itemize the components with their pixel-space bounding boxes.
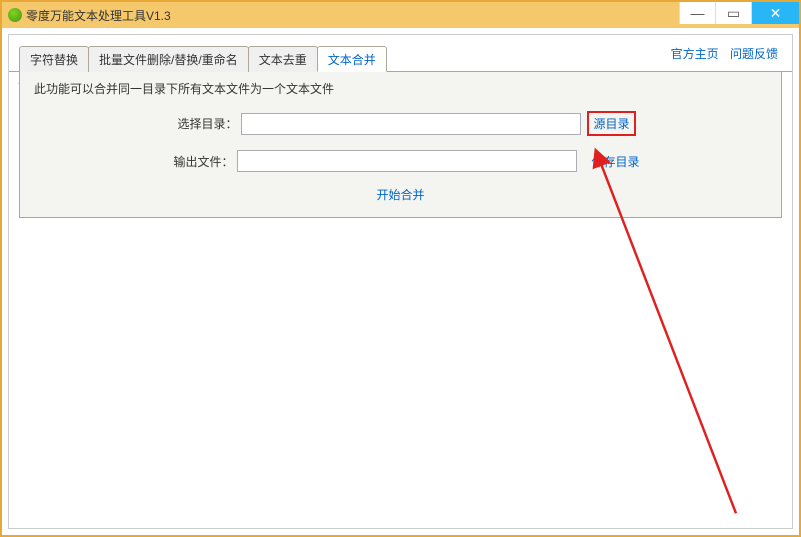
start-merge-row: 开始合并	[34, 186, 767, 203]
tab-dedup[interactable]: 文本去重	[248, 46, 318, 72]
tab-merge[interactable]: 文本合并	[317, 46, 387, 72]
titlebar: 零度万能文本处理工具V1.3 — ▭ ✕	[2, 2, 799, 28]
maximize-button[interactable]: ▭	[715, 2, 751, 24]
source-dir-highlight: 源目录	[587, 111, 635, 136]
source-dir-link[interactable]: 源目录	[593, 117, 629, 131]
select-dir-row: 选择目录： 源目录	[34, 111, 767, 136]
tab-batch-file[interactable]: 批量文件删除/替换/重命名	[88, 46, 249, 72]
save-dir-link[interactable]: 保存目录	[591, 153, 639, 170]
minimize-button[interactable]: —	[679, 2, 715, 24]
app-icon	[8, 8, 22, 22]
select-dir-label: 选择目录：	[165, 115, 237, 132]
close-button[interactable]: ✕	[751, 2, 799, 24]
start-merge-link[interactable]: 开始合并	[376, 188, 424, 202]
panel-description: 此功能可以合并同一目录下所有文本文件为一个文本文件	[34, 80, 767, 97]
tab-char-replace[interactable]: 字符替换	[19, 46, 89, 72]
select-dir-input[interactable]	[241, 113, 581, 135]
output-file-label: 输出文件：	[161, 153, 233, 170]
window-title: 零度万能文本处理工具V1.3	[26, 7, 171, 24]
client-area: 河东软件园 www.pc0359.cn 官方主页 问题反馈 字符替换 批量文件删…	[2, 28, 799, 535]
merge-panel: 此功能可以合并同一目录下所有文本文件为一个文本文件 选择目录： 源目录 输出文件…	[19, 72, 782, 218]
tabs: 字符替换 批量文件删除/替换/重命名 文本去重 文本合并	[9, 35, 792, 72]
window-controls: — ▭ ✕	[679, 2, 799, 24]
output-file-input[interactable]	[237, 150, 577, 172]
output-file-row: 输出文件： 保存目录	[34, 150, 767, 172]
content-box: 河东软件园 www.pc0359.cn 官方主页 问题反馈 字符替换 批量文件删…	[8, 34, 793, 529]
